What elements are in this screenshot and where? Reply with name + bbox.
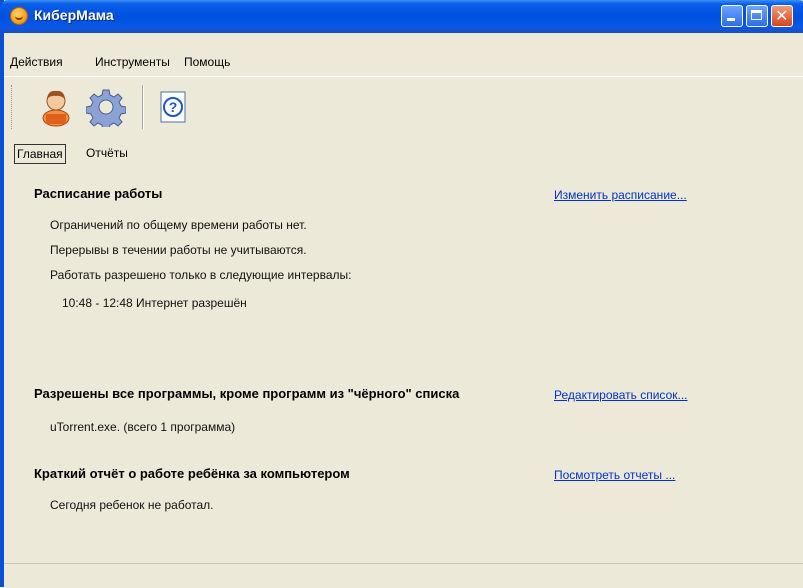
schedule-interval: 10:48 - 12:48 Интернет разрешён — [62, 296, 247, 310]
minimize-button[interactable] — [721, 5, 743, 27]
maximize-icon — [751, 10, 762, 20]
title-bar[interactable]: КиберМама ✕ — [0, 0, 803, 33]
report-line: Сегодня ребенок не работал. — [50, 498, 214, 512]
status-bar — [4, 563, 803, 588]
maximize-button[interactable] — [746, 5, 768, 27]
tab-main[interactable]: Главная — [14, 144, 66, 164]
app-icon — [10, 7, 28, 25]
report-title: Краткий отчёт о работе ребёнка за компью… — [34, 466, 350, 481]
programs-title: Разрешены все программы, кроме программ … — [34, 386, 460, 401]
schedule-line-1: Ограничений по общему времени работы нет… — [50, 218, 307, 232]
programs-line: uTorrent.exe. (всего 1 программа) — [50, 420, 236, 434]
menu-help[interactable]: Помощь — [184, 55, 230, 69]
menu-tools[interactable]: Инструменты — [95, 55, 170, 69]
user-icon[interactable] — [36, 87, 76, 127]
toolbar-separator — [142, 85, 144, 129]
app-window: КиберМама ✕ Действия Инструменты Помощь … — [0, 0, 803, 588]
schedule-line-3: Работать разрешено только в следующие ин… — [50, 268, 352, 282]
tab-bar: Главная Отчёты — [4, 138, 803, 168]
svg-text:?: ? — [169, 99, 178, 115]
view-reports-link[interactable]: Посмотреть отчеты ... — [554, 468, 675, 482]
toolbar-grip[interactable] — [11, 85, 15, 129]
tab-reports[interactable]: Отчёты — [84, 144, 130, 162]
close-icon: ✕ — [775, 6, 789, 25]
schedule-line-2: Перерывы в течении работы не учитываются… — [50, 243, 307, 257]
menu-actions[interactable]: Действия — [10, 55, 63, 69]
minimize-icon — [727, 18, 735, 21]
schedule-title: Расписание работы — [34, 186, 163, 201]
toolbar: ? — [4, 76, 803, 139]
change-schedule-link[interactable]: Изменить расписание... — [554, 188, 687, 202]
settings-gear-icon[interactable] — [86, 87, 126, 127]
window-title: КиберМама — [34, 7, 114, 23]
close-button[interactable]: ✕ — [771, 5, 793, 27]
menu-bar: Действия Инструменты Помощь — [4, 33, 803, 76]
edit-list-link[interactable]: Редактировать список... — [554, 388, 688, 402]
main-panel: Расписание работы Изменить расписание...… — [4, 168, 803, 563]
help-icon[interactable]: ? — [154, 87, 194, 127]
